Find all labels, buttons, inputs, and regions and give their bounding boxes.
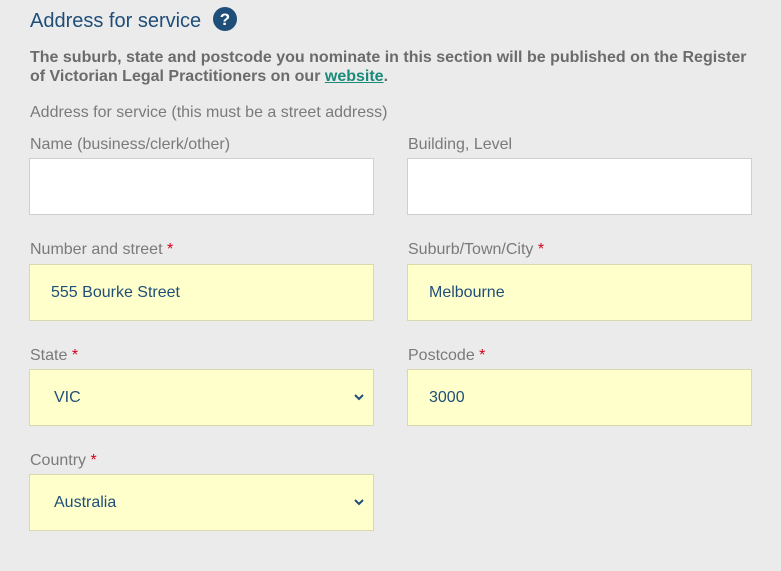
required-marker: * [537, 241, 545, 258]
country-select-value[interactable]: Australia [29, 474, 374, 531]
name-label: Name (business/clerk/other) [30, 136, 230, 154]
country-label-text: Country [30, 452, 87, 469]
building-label-text: Building, Level [408, 136, 513, 153]
suburb-label-text: Suburb/Town/City [408, 241, 534, 258]
state-select[interactable]: VIC [29, 369, 374, 426]
chevron-down-icon [354, 499, 364, 506]
country-label: Country * [30, 452, 97, 470]
section-title-text: Address for service [30, 10, 202, 32]
building-input[interactable] [407, 158, 752, 215]
postcode-input[interactable] [407, 369, 752, 426]
website-link[interactable]: website [325, 68, 384, 85]
section-title: Address for service ? [30, 6, 238, 33]
name-input[interactable] [29, 158, 374, 215]
postcode-label-text: Postcode [408, 347, 475, 364]
state-label: State * [30, 347, 78, 365]
street-label: Number and street * [30, 241, 173, 259]
suburb-label: Suburb/Town/City * [408, 241, 544, 259]
state-label-text: State [30, 347, 68, 364]
address-subheading: Address for service (this must be a stre… [30, 104, 388, 121]
question-circle-icon[interactable]: ? [213, 6, 238, 31]
intro-text-body: The suburb, state and postcode you nomin… [30, 49, 747, 85]
required-marker: * [166, 241, 174, 258]
postcode-label: Postcode * [408, 347, 485, 365]
required-marker: * [90, 452, 97, 469]
name-label-text: Name (business/clerk/other) [30, 136, 231, 153]
suburb-input[interactable] [407, 264, 752, 321]
country-select[interactable]: Australia [29, 474, 374, 531]
required-marker: * [71, 347, 79, 364]
building-label: Building, Level [408, 136, 512, 154]
intro-text: The suburb, state and postcode you nomin… [30, 48, 760, 86]
intro-text-end: . [383, 68, 389, 85]
chevron-down-icon [354, 394, 364, 401]
state-select-value[interactable]: VIC [29, 369, 374, 426]
svg-text:?: ? [220, 10, 230, 29]
required-marker: * [479, 347, 486, 364]
street-input[interactable] [29, 264, 374, 321]
street-label-text: Number and street [30, 241, 163, 258]
